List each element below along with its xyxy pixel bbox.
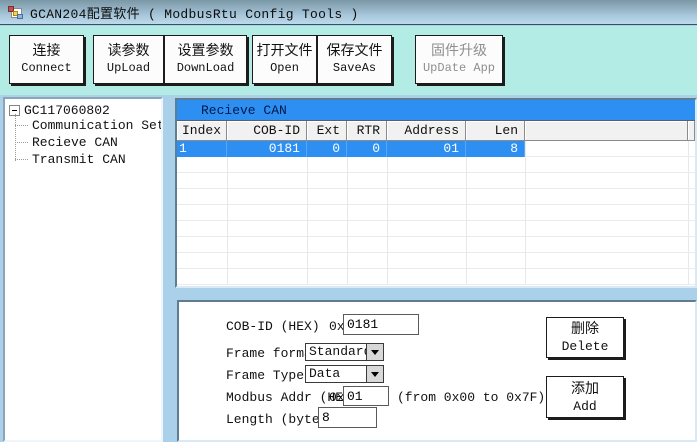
upload-button-zh: 读参数	[108, 43, 150, 61]
delete-button[interactable]: 删除 Delete	[546, 317, 624, 358]
cell-rtr: 0	[347, 141, 387, 157]
tree-item-transmit-can[interactable]: Transmit CAN	[32, 152, 126, 168]
column-header-filler-end	[688, 121, 695, 141]
column-header-filler	[525, 121, 688, 141]
tree-item-recieve-can[interactable]: Recieve CAN	[32, 135, 118, 151]
update-app-button[interactable]: 固件升级 UpDate App	[415, 35, 503, 84]
device-tree: GC117060802 Communication Set Recieve CA…	[3, 97, 163, 442]
table-row[interactable]: 1 0181 0 0 01 8	[177, 141, 525, 157]
cell-cob-id: 0181	[227, 141, 307, 157]
frame-type-value: Data	[306, 366, 366, 382]
length-input[interactable]	[318, 407, 377, 428]
app-window: GCAN204配置软件 ( ModbusRtu Config Tools ) 连…	[0, 0, 697, 442]
upload-button-en: UpLoad	[107, 61, 150, 76]
column-header-ext[interactable]: Ext	[307, 121, 347, 141]
tree-connector-line	[15, 114, 16, 161]
column-header-len[interactable]: Len	[466, 121, 525, 141]
app-icon[interactable]	[8, 5, 23, 20]
connect-button-zh: 连接	[33, 43, 61, 61]
cob-id-label: COB-ID (HEX)	[226, 319, 320, 334]
cell-index: 1	[177, 141, 227, 157]
column-header-cob-id[interactable]: COB-ID	[227, 121, 307, 141]
modbus-addr-input[interactable]	[343, 386, 389, 406]
toolbar: 连接 Connect 读参数 UpLoad 设置参数 DownLoad 打开文件…	[0, 26, 697, 95]
tree-item-communication-set[interactable]: Communication Set	[32, 118, 163, 134]
cell-address: 01	[387, 141, 466, 157]
download-button[interactable]: 设置参数 DownLoad	[164, 35, 247, 84]
cob-id-input[interactable]	[343, 314, 419, 335]
table-header-row: Index COB-ID Ext RTR Address Len	[177, 121, 695, 141]
column-header-rtr[interactable]: RTR	[347, 121, 387, 141]
connect-button-en: Connect	[21, 61, 71, 76]
window-title: GCAN204配置软件 ( ModbusRtu Config Tools )	[30, 3, 359, 22]
column-header-index[interactable]: Index	[177, 121, 227, 141]
length-label: Length (byte)	[226, 412, 327, 427]
open-file-button-en: Open	[270, 61, 299, 76]
table-body: 1 0181 0 0 01 8	[177, 141, 695, 286]
add-button-zh: 添加	[571, 381, 599, 399]
download-button-en: DownLoad	[177, 61, 235, 76]
cell-len: 8	[466, 141, 525, 157]
update-app-button-zh: 固件升级	[431, 43, 487, 61]
window-titlebar[interactable]: GCAN204配置软件 ( ModbusRtu Config Tools )	[0, 0, 697, 25]
table-caption: Recieve CAN	[177, 100, 695, 121]
update-app-button-en: UpDate App	[423, 61, 495, 76]
frame-type-label: Frame Type	[226, 368, 304, 383]
save-as-button-en: SaveAs	[333, 61, 376, 76]
open-file-button-zh: 打开文件	[257, 43, 313, 61]
edit-form-panel: COB-ID (HEX) 0x Frame format Standard Fr…	[177, 300, 697, 442]
delete-button-en: Delete	[562, 339, 609, 354]
save-as-button[interactable]: 保存文件 SaveAs	[317, 35, 392, 84]
upload-button[interactable]: 读参数 UpLoad	[93, 35, 164, 84]
save-as-button-zh: 保存文件	[327, 43, 383, 61]
frame-format-value: Standard	[306, 344, 366, 360]
modbus-addr-hint: (from 0x00 to 0x7F)	[397, 390, 545, 405]
download-button-zh: 设置参数	[178, 43, 234, 61]
column-header-address[interactable]: Address	[387, 121, 466, 141]
add-button[interactable]: 添加 Add	[546, 376, 624, 418]
chevron-down-icon[interactable]	[366, 366, 383, 382]
chevron-down-icon[interactable]	[366, 344, 383, 360]
cell-ext: 0	[307, 141, 347, 157]
delete-button-zh: 删除	[571, 321, 599, 339]
frame-format-select[interactable]: Standard	[305, 343, 384, 361]
connect-button[interactable]: 连接 Connect	[9, 35, 84, 84]
open-file-button[interactable]: 打开文件 Open	[252, 35, 317, 84]
frame-type-select[interactable]: Data	[305, 365, 384, 383]
add-button-en: Add	[573, 399, 596, 414]
tree-root-label: GC117060802	[24, 103, 110, 118]
tree-root-row[interactable]: GC117060802	[9, 102, 110, 118]
recieve-can-table: Recieve CAN Index COB-ID Ext RTR Address…	[175, 98, 697, 288]
